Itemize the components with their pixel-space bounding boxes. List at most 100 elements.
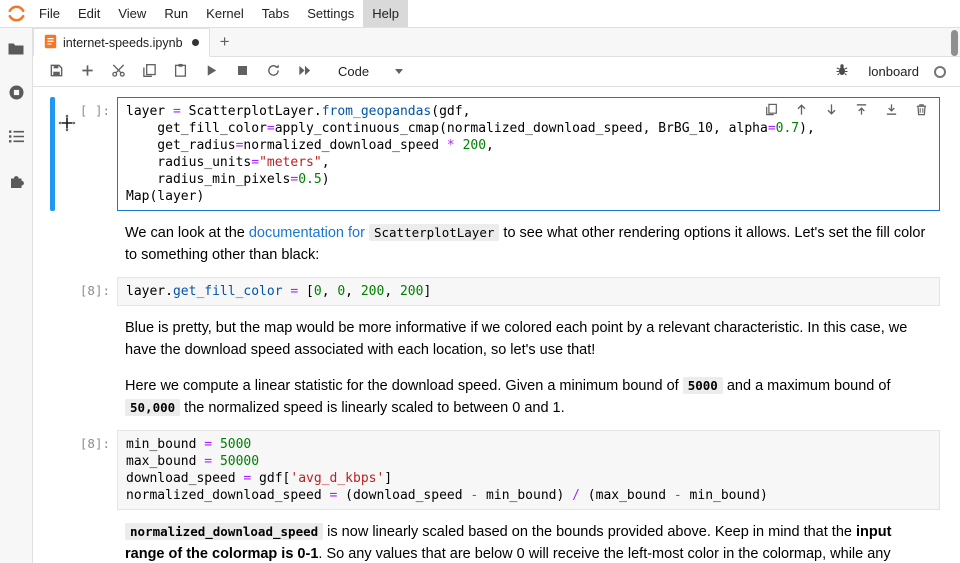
insert-cell-below-button[interactable] [883,103,899,119]
add-cell-icon [80,63,95,81]
code-token: 0 [337,284,345,299]
code-line: get_radius=normalized_download_speed * 2… [126,137,931,154]
delete-cell-button[interactable] [913,103,929,119]
move-cell-down-button[interactable] [823,103,839,119]
md-link[interactable]: documentation for [249,225,365,241]
cell-type-dropdown[interactable]: Code [330,61,411,82]
code-token: download_speed [126,471,243,486]
menu-edit[interactable]: Edit [69,0,109,27]
save-button[interactable] [43,60,69,84]
code-token: ) [322,172,330,187]
move-cell-up-button[interactable] [793,103,809,119]
code-token: (gdf, [431,104,470,119]
notebook-toolbar: Code lonboard [33,57,960,87]
paste-cells-button[interactable] [167,60,193,84]
insert-cell-above-button[interactable] [853,103,869,119]
menu-kernel[interactable]: Kernel [197,0,253,27]
run-icon [204,63,219,81]
scrollbar-thumb[interactable] [951,30,958,56]
cell-input-editor[interactable]: layer.get_fill_color = [0, 0, 200, 200] [117,277,940,306]
menu-help[interactable]: Help [363,0,408,27]
move-up-icon [795,103,808,119]
inline-code: normalized_download_speed [125,523,323,540]
sidebar-table-of-contents-button[interactable] [4,126,28,150]
markdown-cell-blue-pretty[interactable]: Blue is pretty, but the map would be mor… [33,310,960,368]
code-cell-fill-color[interactable]: [8]: layer.get_fill_color = [0, 0, 200, … [33,273,960,310]
cell-input-editor[interactable]: layer = ScatterplotLayer.from_geopandas(… [117,97,940,211]
insert-above-icon [855,103,868,119]
run-all-icon [297,63,312,81]
code-token: 5000 [220,437,251,452]
sidebar-file-browser-button[interactable] [4,38,28,62]
debugger-icon [835,63,849,80]
menu-run[interactable]: Run [155,0,197,27]
code-token: - [674,488,682,503]
extension-manager-icon [8,172,25,192]
code-token: , [322,155,330,170]
code-line: get_fill_color=apply_continuous_cmap(nor… [126,120,931,137]
cell-prompt [55,314,117,364]
code-token: , [345,284,361,299]
code-token: 0.7 [776,121,799,136]
markdown-body: normalized_download_speed is now linearl… [117,518,940,563]
kernel-status-icon[interactable] [934,66,946,78]
markdown-cell-linear-statistic[interactable]: Here we compute a linear statistic for t… [33,368,960,426]
kernel-name[interactable]: lonboard [868,64,919,79]
code-token: gdf[ [251,471,290,486]
code-token: = [267,121,275,136]
copy-icon [142,63,157,81]
new-tab-button[interactable]: + [210,28,240,56]
delete-icon [915,103,928,119]
code-token: 0.5 [298,172,321,187]
markdown-cell-normalized[interactable]: normalized_download_speed is now linearl… [33,514,960,563]
code-token: radius_min_pixels [126,172,290,187]
menu-file[interactable]: File [30,0,69,27]
cell-type-value: Code [338,64,369,79]
code-token: 0 [314,284,322,299]
code-token: , [486,138,494,153]
cell-input-editor[interactable]: min_bound = 5000 max_bound = 50000 downl… [117,430,940,510]
code-cell-scatterplot[interactable]: [ ]: layer = ScatterplotLayer.from_geopa… [33,93,960,215]
run-cell-button[interactable] [198,60,224,84]
cut-cells-button[interactable] [105,60,131,84]
code-token: from_geopandas [322,104,432,119]
restart-kernel-button[interactable] [260,60,286,84]
menu-settings[interactable]: Settings [298,0,363,27]
code-token: 200 [463,138,486,153]
unsaved-changes-dot[interactable] [192,39,199,46]
code-token: , [384,284,400,299]
restart-icon [266,63,281,81]
markdown-body: We can look at the documentation for Sca… [117,219,940,269]
restart-run-all-button[interactable] [291,60,317,84]
sidebar-extension-manager-button[interactable] [4,170,28,194]
window-scrollbar[interactable] [949,28,960,563]
inline-code: 5000 [683,377,723,394]
duplicate-icon [765,103,778,119]
add-cell-button[interactable] [74,60,100,84]
tab-internet-speeds[interactable]: internet-speeds.ipynb [33,28,210,57]
code-line: min_bound = 5000 [126,436,931,453]
code-token: apply_continuous_cmap(normalized_downloa… [275,121,768,136]
md-text: is now linearly scaled based on the boun… [323,524,856,540]
interrupt-kernel-button[interactable] [229,60,255,84]
duplicate-cell-button[interactable] [763,103,779,119]
code-token: get_radius [126,138,236,153]
markdown-cell-documentation[interactable]: We can look at the documentation for Sca… [33,215,960,273]
save-icon [49,63,64,81]
md-text: and a maximum bound of [723,378,891,394]
code-token: (max_bound [580,488,674,503]
code-token: = [768,121,776,136]
debugger-button[interactable] [829,60,855,84]
stop-icon [235,63,250,81]
menu-view[interactable]: View [109,0,155,27]
sidebar-running-sessions-button[interactable] [4,82,28,106]
menu-tabs[interactable]: Tabs [253,0,298,27]
folder-icon [7,41,25,60]
code-token: 50000 [220,454,259,469]
markdown-body: Blue is pretty, but the map would be mor… [117,314,940,364]
md-text: the normalized speed is linearly scaled … [180,400,564,416]
copy-cells-button[interactable] [136,60,162,84]
code-cell-bounds[interactable]: [8]: min_bound = 5000 max_bound = 50000 … [33,426,960,514]
code-token: max_bound [126,454,204,469]
code-line: radius_units="meters", [126,154,931,171]
